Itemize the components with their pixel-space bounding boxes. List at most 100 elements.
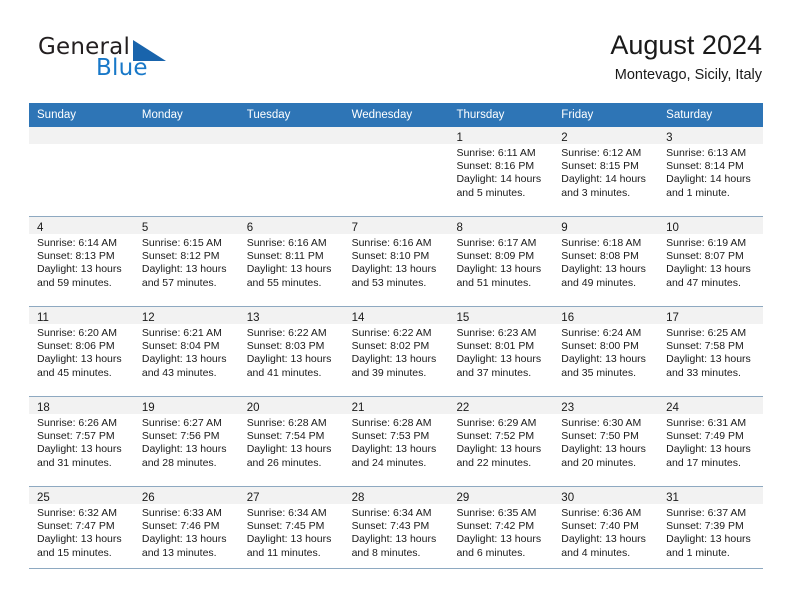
day-number: 17 <box>666 312 679 324</box>
daylight-duration-line1: Daylight: 13 hours <box>666 443 751 456</box>
sunset-time: Sunset: 7:52 PM <box>456 430 535 443</box>
day-number-band <box>133 127 239 144</box>
sunrise-time: Sunrise: 6:29 AM <box>456 417 537 429</box>
calendar-day-cell[interactable]: 15 Sunrise: 6:23 AM Sunset: 8:01 PM Dayligh… <box>448 307 554 396</box>
day-number: 3 <box>666 132 673 144</box>
sunrise-time: Sunrise: 6:27 AM <box>141 417 222 429</box>
day-number: 22 <box>456 402 470 414</box>
sunset-time: Sunset: 8:14 PM <box>666 160 744 173</box>
daylight-duration-line2: and 53 minutes. <box>351 276 427 289</box>
daylight-duration-line2: and 59 minutes. <box>37 276 112 289</box>
day-number: 23 <box>561 402 575 414</box>
day-number: 27 <box>246 492 260 504</box>
sunset-time: Sunset: 7:50 PM <box>561 430 639 443</box>
calendar-day-cell[interactable]: 27 Sunrise: 6:34 AM Sunset: 7:45 PM Dayligh… <box>238 487 344 576</box>
calendar-day-cell[interactable]: 23 Sunrise: 6:30 AM Sunset: 7:50 PM Dayligh… <box>553 397 659 486</box>
daylight-duration-line1: Daylight: 14 hours <box>561 173 646 186</box>
daylight-duration-line2: and 41 minutes. <box>246 366 322 379</box>
day-number-band: 13 <box>238 307 344 324</box>
calendar-day-cell[interactable]: 30 Sunrise: 6:36 AM Sunset: 7:40 PM Dayligh… <box>553 487 659 576</box>
daylight-duration-line2: and 5 minutes. <box>456 186 526 199</box>
daylight-duration-line1: Daylight: 13 hours <box>141 353 227 366</box>
daylight-duration-line1: Daylight: 13 hours <box>561 263 646 276</box>
calendar-day-cell[interactable]: 17 Sunrise: 6:25 AM Sunset: 7:58 PM Dayligh… <box>658 307 764 396</box>
day-number-band: 20 <box>238 397 344 414</box>
day-details: Sunrise: 6:31 AM Sunset: 7:49 PM Daylight:… <box>658 414 763 470</box>
calendar-day-cell[interactable]: 13 Sunrise: 6:22 AM Sunset: 8:03 PM Dayligh… <box>238 307 344 396</box>
calendar-day-cell[interactable]: 8 Sunrise: 6:17 AM Sunset: 8:09 PM Daylight… <box>448 217 554 306</box>
calendar-day-cell[interactable]: 25 Sunrise: 6:32 AM Sunset: 7:47 PM Dayligh… <box>29 487 134 576</box>
day-number: 7 <box>351 222 358 234</box>
sunset-time: Sunset: 7:43 PM <box>351 520 430 533</box>
day-details: Sunrise: 6:11 AM Sunset: 8:16 PM Daylight:… <box>448 144 553 200</box>
daylight-duration-line2: and 49 minutes. <box>561 276 637 289</box>
day-number: 8 <box>456 222 463 234</box>
calendar-day-cell[interactable]: 29 Sunrise: 6:35 AM Sunset: 7:42 PM Dayligh… <box>448 487 554 576</box>
calendar-day-cell[interactable]: 20 Sunrise: 6:28 AM Sunset: 7:54 PM Dayligh… <box>238 397 344 486</box>
daylight-duration-line1: Daylight: 13 hours <box>561 353 646 366</box>
sunrise-time: Sunrise: 6:15 AM <box>141 237 222 249</box>
calendar-day-cell[interactable]: 12 Sunrise: 6:21 AM Sunset: 8:04 PM Dayligh… <box>133 307 239 396</box>
calendar-day-cell[interactable]: 14 Sunrise: 6:22 AM Sunset: 8:02 PM Dayligh… <box>343 307 449 396</box>
calendar-week-row: 18 Sunrise: 6:26 AM Sunset: 7:57 PM Dayligh… <box>29 396 764 486</box>
calendar-day-cell[interactable]: 31 Sunrise: 6:37 AM Sunset: 7:39 PM Dayligh… <box>658 487 764 576</box>
sunset-time: Sunset: 8:09 PM <box>456 250 535 263</box>
day-number-band: 16 <box>553 307 659 324</box>
calendar-day-cell[interactable]: 24 Sunrise: 6:31 AM Sunset: 7:49 PM Dayligh… <box>658 397 764 486</box>
day-details: Sunrise: 6:16 AM Sunset: 8:10 PM Daylight:… <box>344 234 449 290</box>
sunrise-time: Sunrise: 6:12 AM <box>561 147 642 159</box>
calendar-day-cell[interactable]: 11 Sunrise: 6:20 AM Sunset: 8:06 PM Dayligh… <box>29 307 134 396</box>
logo-text-blue: Blue <box>96 55 148 81</box>
calendar-day-cell[interactable]: 7 Sunrise: 6:16 AM Sunset: 8:10 PM Daylight… <box>343 217 449 306</box>
calendar-day-cell[interactable]: 2 Sunrise: 6:12 AM Sunset: 8:15 PM Daylight… <box>553 127 659 216</box>
day-number-band: 24 <box>658 397 764 414</box>
sunrise-time: Sunrise: 6:32 AM <box>37 507 117 519</box>
sunrise-time: Sunrise: 6:19 AM <box>666 237 747 249</box>
calendar-day-cell[interactable]: 18 Sunrise: 6:26 AM Sunset: 7:57 PM Dayligh… <box>29 397 134 486</box>
daylight-duration-line1: Daylight: 13 hours <box>561 443 646 456</box>
day-number-band: 26 <box>133 487 239 504</box>
sunrise-time: Sunrise: 6:21 AM <box>141 327 222 339</box>
day-number-band: 11 <box>29 307 134 324</box>
calendar-day-cell[interactable]: 21 Sunrise: 6:28 AM Sunset: 7:53 PM Dayligh… <box>343 397 449 486</box>
calendar-day-cell[interactable]: 26 Sunrise: 6:33 AM Sunset: 7:46 PM Dayligh… <box>133 487 239 576</box>
calendar-day-cell[interactable]: 3 Sunrise: 6:13 AM Sunset: 8:14 PM Daylight… <box>658 127 764 216</box>
calendar-day-cell[interactable]: 19 Sunrise: 6:27 AM Sunset: 7:56 PM Dayligh… <box>133 397 239 486</box>
sunrise-time: Sunrise: 6:25 AM <box>666 327 747 339</box>
calendar-day-cell-empty <box>343 127 449 216</box>
sunset-time: Sunset: 8:12 PM <box>141 250 220 263</box>
daylight-duration-line1: Daylight: 13 hours <box>456 443 542 456</box>
calendar-day-cell[interactable]: 1 Sunrise: 6:11 AM Sunset: 8:16 PM Daylight… <box>448 127 554 216</box>
calendar-day-cell[interactable]: 9 Sunrise: 6:18 AM Sunset: 8:08 PM Daylight… <box>553 217 659 306</box>
sunrise-time: Sunrise: 6:23 AM <box>456 327 537 339</box>
daylight-duration-line1: Daylight: 13 hours <box>666 353 751 366</box>
sunset-time: Sunset: 7:42 PM <box>456 520 535 533</box>
day-number-band: 22 <box>448 397 554 414</box>
daylight-duration-line1: Daylight: 13 hours <box>246 263 332 276</box>
day-details: Sunrise: 6:23 AM Sunset: 8:01 PM Daylight:… <box>448 324 553 380</box>
sunrise-time: Sunrise: 6:24 AM <box>561 327 642 339</box>
sunset-time: Sunset: 7:39 PM <box>666 520 744 533</box>
calendar-day-cell[interactable]: 16 Sunrise: 6:24 AM Sunset: 8:00 PM Dayligh… <box>553 307 659 396</box>
day-number: 21 <box>351 402 365 414</box>
calendar-day-cell[interactable]: 5 Sunrise: 6:15 AM Sunset: 8:12 PM Daylight… <box>133 217 239 306</box>
sunset-time: Sunset: 7:58 PM <box>666 340 744 353</box>
daylight-duration-line2: and 4 minutes. <box>561 546 631 559</box>
sunset-time: Sunset: 7:40 PM <box>561 520 639 533</box>
calendar-day-cell[interactable]: 22 Sunrise: 6:29 AM Sunset: 7:52 PM Dayligh… <box>448 397 554 486</box>
weekday-header-sunday: Sunday <box>37 109 77 121</box>
sunrise-time: Sunrise: 6:30 AM <box>561 417 642 429</box>
calendar-day-cell-empty <box>29 127 134 216</box>
calendar-day-cell[interactable]: 28 Sunrise: 6:34 AM Sunset: 7:43 PM Dayligh… <box>343 487 449 576</box>
calendar-day-cell[interactable]: 4 Sunrise: 6:14 AM Sunset: 8:13 PM Daylight… <box>29 217 134 306</box>
day-number: 9 <box>561 222 568 234</box>
daylight-duration-line1: Daylight: 13 hours <box>37 263 122 276</box>
sunset-time: Sunset: 8:10 PM <box>351 250 430 263</box>
general-blue-logo[interactable]: General Blue <box>38 34 248 88</box>
daylight-duration-line1: Daylight: 13 hours <box>37 353 122 366</box>
day-details: Sunrise: 6:33 AM Sunset: 7:46 PM Daylight:… <box>134 504 239 560</box>
day-details: Sunrise: 6:25 AM Sunset: 7:58 PM Daylight:… <box>658 324 763 380</box>
sunset-time: Sunset: 8:06 PM <box>37 340 115 353</box>
calendar-day-cell[interactable]: 6 Sunrise: 6:16 AM Sunset: 8:11 PM Daylight… <box>238 217 344 306</box>
calendar-day-cell[interactable]: 10 Sunrise: 6:19 AM Sunset: 8:07 PM Dayligh… <box>658 217 764 306</box>
